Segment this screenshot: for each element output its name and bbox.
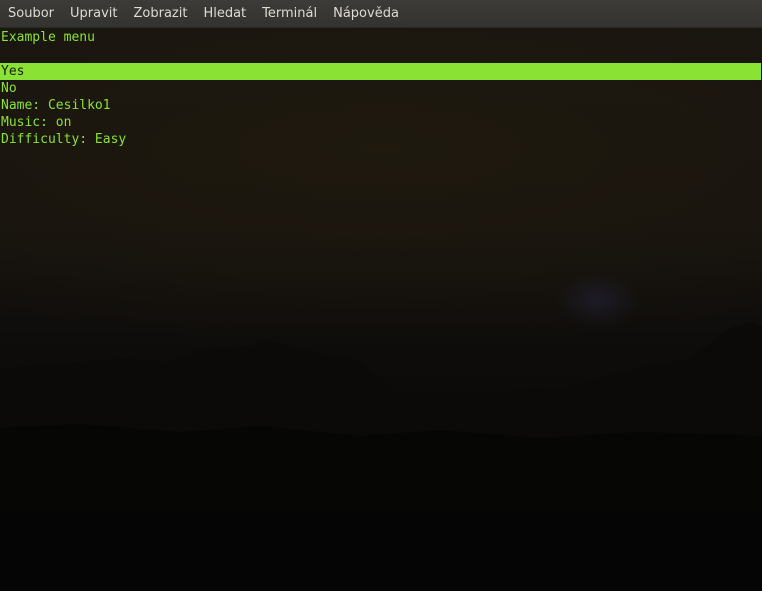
menu-upravit[interactable]: Upravit bbox=[62, 0, 125, 28]
menu-soubor[interactable]: Soubor bbox=[0, 0, 62, 28]
terminal-output[interactable]: Example menu Yes No Name: Cesilko1 Music… bbox=[0, 28, 762, 591]
menu-zobrazit[interactable]: Zobrazit bbox=[125, 0, 195, 28]
menu-terminal[interactable]: Terminál bbox=[254, 0, 325, 28]
menu-option-name[interactable]: Name: Cesilko1 bbox=[0, 97, 111, 114]
menu-option-music[interactable]: Music: on bbox=[0, 114, 71, 131]
menu-option-difficulty[interactable]: Difficulty: Easy bbox=[0, 131, 126, 148]
menu-title: Example menu bbox=[1, 30, 95, 45]
menu-option-yes[interactable]: Yes bbox=[0, 63, 761, 80]
terminal-window: Soubor Upravit Zobrazit Hledat Terminál … bbox=[0, 0, 762, 591]
menu-option-no[interactable]: No bbox=[0, 80, 17, 97]
background-wallpaper bbox=[0, 322, 762, 591]
menu-napoveda[interactable]: Nápověda bbox=[325, 0, 407, 28]
menu-hledat[interactable]: Hledat bbox=[195, 0, 254, 28]
menu-bar: Soubor Upravit Zobrazit Hledat Terminál … bbox=[0, 0, 762, 28]
